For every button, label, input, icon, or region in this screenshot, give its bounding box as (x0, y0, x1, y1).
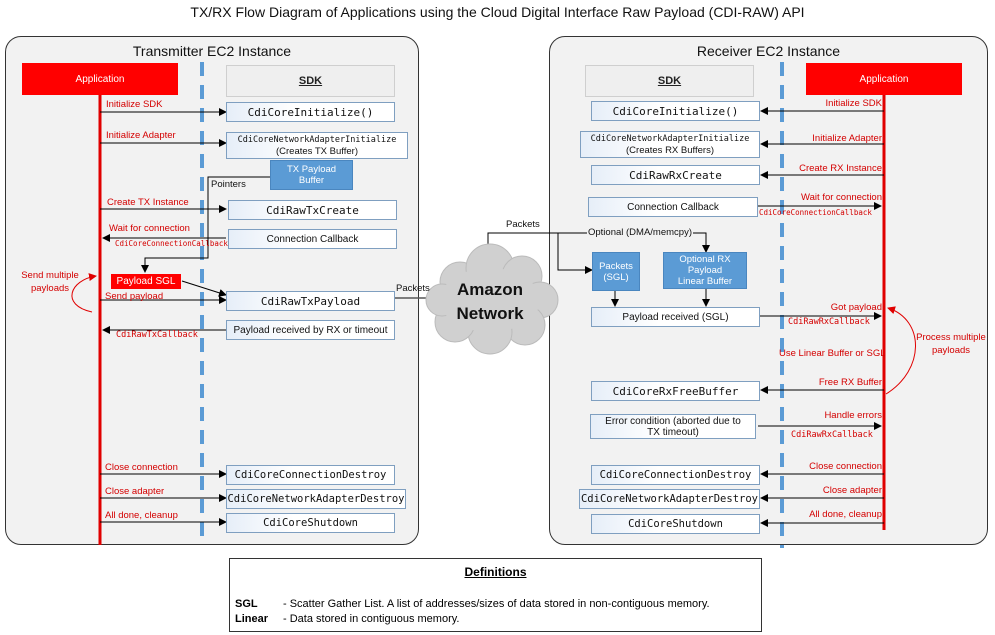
tx-label-packets: Packets (396, 283, 430, 294)
rx-linear-buffer: Optional RX Payload Linear Buffer (663, 252, 747, 289)
rx-core-shutdown: CdiCoreShutdown (591, 514, 760, 534)
rx-adapter-destroy: CdiCoreNetworkAdapterDestroy (579, 489, 760, 509)
rx-application-box: Application (806, 63, 962, 95)
tx-label-cleanup: All done, cleanup (105, 510, 178, 521)
rx-label-handle-errors: Handle errors (824, 410, 882, 421)
pointers-label: Pointers (211, 179, 246, 190)
rx-label-wait-conn: Wait for connection (801, 192, 882, 203)
network-packets-label: Packets (506, 219, 540, 230)
rx-label-init-adapter: Initialize Adapter (812, 133, 882, 144)
tx-label-init-sdk: Initialize SDK (106, 99, 163, 110)
rx-label-rx-cb: CdiRawRxCallback (788, 317, 870, 327)
tx-label-conn-cb: CdiCoreConnectionCallback (115, 239, 228, 248)
definition-linear: Linear - Data stored in contiguous memory… (235, 613, 460, 625)
tx-payload-received: Payload received by RX or timeout (226, 320, 395, 340)
definitions-box: Definitions SGL - Scatter Gather List. A … (229, 558, 762, 632)
rx-adapter-initialize: CdiCoreNetworkAdapterInitialize (Creates… (580, 131, 760, 158)
rx-connection-destroy: CdiCoreConnectionDestroy (591, 465, 760, 485)
tx-adapter-destroy: CdiCoreNetworkAdapterDestroy (226, 489, 406, 509)
rx-label-process-multiple: Process multiple payloads (916, 332, 986, 356)
rx-error-condition: Error condition (aborted due to TX timeo… (590, 414, 756, 439)
tx-label-create-tx: Create TX Instance (107, 197, 189, 208)
rx-cdi-raw-rx-create: CdiRawRxCreate (591, 165, 760, 185)
tx-label-send-payload: Send payload (105, 291, 164, 302)
tx-label-close-conn: Close connection (105, 462, 178, 473)
tx-cdi-core-initialize: CdiCoreInitialize() (226, 102, 395, 122)
rx-label-free-rx: Free RX Buffer (818, 377, 882, 388)
rx-label-create-rx: Create RX Instance (799, 163, 882, 174)
tx-adapter-initialize: CdiCoreNetworkAdapterInitialize (Creates… (226, 132, 408, 159)
rx-label-close-adapter: Close adapter (822, 485, 882, 496)
tx-label-init-adapter: Initialize Adapter (106, 130, 176, 141)
tx-application-box: Application (22, 63, 178, 95)
tx-cdi-raw-tx-create: CdiRawTxCreate (228, 200, 397, 220)
tx-label-wait-conn: Wait for connection (109, 223, 190, 234)
rx-label-init-sdk: Initialize SDK (825, 98, 883, 109)
tx-connection-callback: Connection Callback (228, 229, 397, 249)
rx-cdi-core-initialize: CdiCoreInitialize() (591, 101, 760, 121)
rx-label-close-conn: Close connection (809, 461, 882, 472)
rx-payload-received: Payload received (SGL) (591, 307, 760, 327)
tx-label-close-adapter: Close adapter (105, 486, 165, 497)
rx-free-buffer: CdiCoreRxFreeBuffer (591, 381, 760, 401)
tx-label-tx-cb: CdiRawTxCallback (116, 330, 198, 340)
tx-payload-buffer: TX Payload Buffer (270, 160, 353, 190)
rx-packets-sgl: Packets (SGL) (592, 252, 640, 291)
tx-connection-destroy: CdiCoreConnectionDestroy (226, 465, 395, 485)
tx-sdk-header: SDK (226, 65, 395, 97)
rx-sdk-header: SDK (585, 65, 754, 97)
tx-core-shutdown: CdiCoreShutdown (226, 513, 395, 533)
rx-label-got-payload: Got payload (830, 302, 882, 313)
definition-sgl: SGL - Scatter Gather List. A list of addr… (235, 598, 710, 610)
amazon-network-label: Amazon Network (456, 280, 524, 323)
rx-optional-dma-label: Optional (DMA/memcpy) (587, 227, 693, 238)
rx-label-use-linear: Use Linear Buffer or SGL (779, 348, 886, 359)
tx-label-send-multiple: Send multiple payloads (21, 270, 79, 294)
rx-connection-callback: Connection Callback (588, 197, 758, 217)
definitions-title: Definitions (464, 565, 527, 579)
rx-label-cleanup: All done, cleanup (809, 509, 882, 520)
rx-label-conn-cb: CdiCoreConnectionCallback (759, 208, 872, 217)
rx-label-rx-cb2: CdiRawRxCallback (791, 430, 873, 440)
tx-cdi-raw-tx-payload: CdiRawTxPayload (226, 291, 395, 311)
payload-sgl-box: Payload SGL (111, 274, 181, 289)
